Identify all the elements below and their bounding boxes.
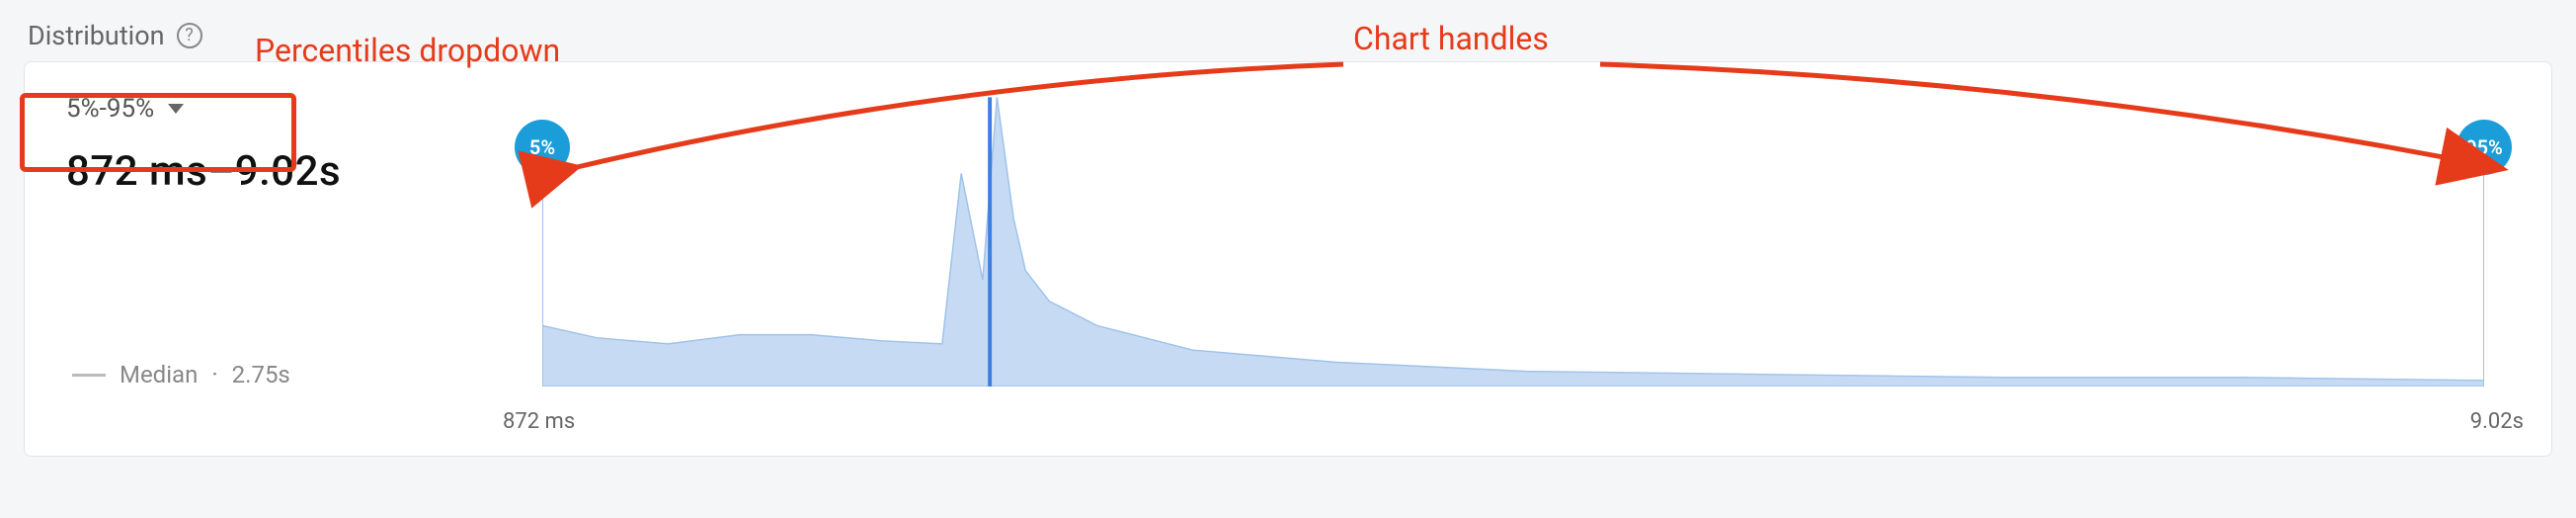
help-icon[interactable]: ? <box>177 23 202 48</box>
median-label: Median <box>120 361 198 388</box>
x-axis-max: 9.02s <box>2470 409 2524 434</box>
chart-handle-low-label: 5% <box>529 135 555 159</box>
range-value: 872 ms–9.02s <box>66 147 483 196</box>
percentile-dropdown-label: 5%-95% <box>66 94 154 124</box>
chart-handle-low[interactable]: 5% <box>515 120 570 175</box>
x-axis-min: 872 ms <box>503 409 575 434</box>
stats-column: 5%-95% 872 ms–9.02s Median · 2.75s <box>48 82 483 446</box>
panel-header: Distribution ? <box>0 0 2576 61</box>
median-value: 2.75s <box>232 361 290 388</box>
median-swatch-icon <box>72 374 106 377</box>
median-legend: Median · 2.75s <box>72 361 483 388</box>
density-svg <box>542 82 2484 387</box>
percentile-dropdown[interactable]: 5%-95% <box>48 86 201 131</box>
chevron-down-icon <box>168 104 184 114</box>
panel-title: Distribution <box>28 20 165 51</box>
chart-handle-high-label: 95% <box>2465 135 2503 159</box>
distribution-card: 5%-95% 872 ms–9.02s Median · 2.75s 5% 95… <box>24 61 2552 457</box>
density-chart: 5% 95% 872 ms 9.02s <box>483 82 2524 446</box>
chart-handle-high[interactable]: 95% <box>2456 120 2512 175</box>
